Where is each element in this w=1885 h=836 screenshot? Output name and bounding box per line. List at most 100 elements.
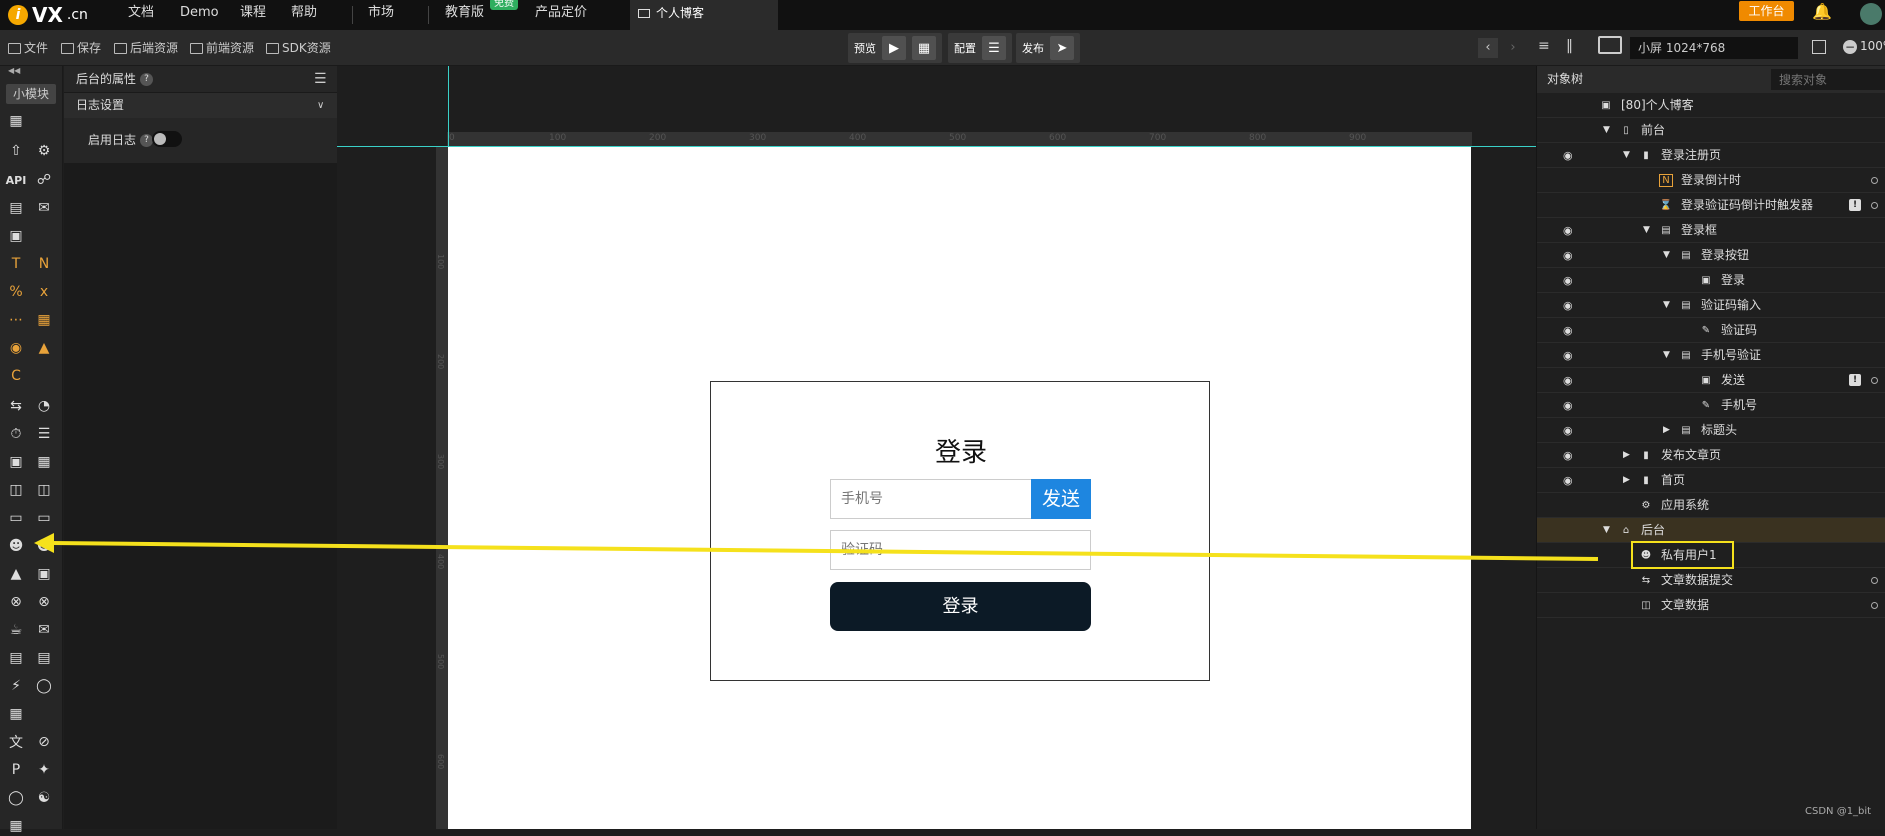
ft-circle-icon[interactable]: ◯ bbox=[34, 676, 54, 696]
file-menu[interactable]: 文件 bbox=[8, 39, 48, 57]
play-icon[interactable]: ▶ bbox=[882, 36, 906, 60]
sliders-icon[interactable]: ☰ bbox=[982, 36, 1006, 60]
number-var-icon[interactable]: N bbox=[34, 254, 54, 274]
chevron-right-icon[interactable]: › bbox=[1503, 38, 1523, 58]
visibility-eye-icon[interactable]: ◉ bbox=[1563, 143, 1573, 168]
flow-icon[interactable]: ▦ bbox=[6, 704, 26, 724]
save-button[interactable]: 保存 bbox=[61, 39, 101, 57]
zoom-out-icon[interactable]: − bbox=[1843, 40, 1857, 54]
tree-login-countdown[interactable]: N 登录倒计时 bbox=[1537, 168, 1885, 193]
stopwatch-icon[interactable]: ⏱ bbox=[6, 424, 26, 444]
monitor-icon[interactable] bbox=[1598, 36, 1622, 54]
list-var-icon[interactable]: ⋯ bbox=[6, 310, 26, 330]
bell-icon[interactable]: 🔔 bbox=[1812, 2, 1832, 21]
audio-icon[interactable]: ☰ bbox=[34, 424, 54, 444]
expand-arrow-icon[interactable]: ▼ bbox=[1603, 118, 1610, 143]
object-search-input[interactable] bbox=[1771, 69, 1885, 90]
status-dot-icon[interactable] bbox=[1871, 377, 1878, 384]
expand-arrow-icon[interactable]: ▼ bbox=[1663, 343, 1670, 368]
vx-logo[interactable]: i VX .cn bbox=[8, 2, 88, 28]
cross-circle-icon[interactable]: ⊗ bbox=[6, 592, 26, 612]
api-icon[interactable]: API bbox=[6, 170, 27, 190]
verification-code-input[interactable] bbox=[830, 530, 1091, 570]
status-dot-icon[interactable] bbox=[1871, 202, 1878, 209]
visibility-eye-icon[interactable]: ◉ bbox=[1563, 243, 1573, 268]
tree-article-submit[interactable]: ⇆ 文章数据提交 bbox=[1537, 568, 1885, 593]
user-icon[interactable]: ☻ bbox=[6, 536, 26, 556]
visibility-eye-icon[interactable]: ◉ bbox=[1563, 293, 1573, 318]
cup-icon[interactable]: ☕ bbox=[6, 620, 26, 640]
login-box[interactable]: 登录 发送 登录 bbox=[710, 381, 1210, 681]
chart-icon[interactable]: ▲ bbox=[6, 564, 26, 584]
tree-publish-page[interactable]: ◉ ▶ ▮ 发布文章页 bbox=[1537, 443, 1885, 468]
form-icon[interactable]: ▤ bbox=[6, 198, 26, 218]
frontend-resources-button[interactable]: 前端资源 bbox=[190, 39, 254, 57]
visibility-eye-icon[interactable]: ◉ bbox=[1563, 318, 1573, 343]
more-icon[interactable]: ▦ bbox=[6, 816, 26, 836]
tree-login-button[interactable]: ◉ ▣ 登录 bbox=[1537, 268, 1885, 293]
cube-icon[interactable]: ▦ bbox=[6, 111, 26, 131]
expand-arrow-icon[interactable]: ▼ bbox=[1663, 293, 1670, 318]
visibility-eye-icon[interactable]: ◉ bbox=[1563, 368, 1573, 393]
status-dot-icon[interactable] bbox=[1871, 577, 1878, 584]
tree-article-data[interactable]: ◫ 文章数据 bbox=[1537, 593, 1885, 618]
avatar[interactable] bbox=[1860, 3, 1882, 25]
screen-size-select[interactable]: 小屏 1024*768 bbox=[1630, 37, 1798, 59]
user-settings-icon[interactable]: ☻ bbox=[34, 536, 54, 556]
tree-var-icon[interactable]: ▲ bbox=[34, 338, 54, 358]
paypal-icon[interactable]: P bbox=[6, 760, 26, 780]
collapse-icon[interactable]: ◀◀ bbox=[8, 66, 20, 75]
visibility-eye-icon[interactable]: ◉ bbox=[1563, 418, 1573, 443]
gear-icon[interactable]: ⚙ bbox=[34, 141, 54, 161]
transfer-icon[interactable]: ⇆ bbox=[6, 396, 26, 416]
tree-phone-verify-group[interactable]: ◉ ▼ ▤ 手机号验证 bbox=[1537, 343, 1885, 368]
object-var-icon[interactable]: ◉ bbox=[6, 338, 26, 358]
menu-icon[interactable]: ☰ bbox=[314, 66, 327, 93]
ft-icon[interactable]: ▤ bbox=[34, 648, 54, 668]
nav-pricing[interactable]: 产品定价 bbox=[535, 0, 587, 30]
table-icon[interactable]: ▦ bbox=[34, 452, 54, 472]
help-icon[interactable]: ? bbox=[140, 134, 154, 147]
sdk-resources-button[interactable]: SDK资源 bbox=[266, 39, 331, 57]
warning-icon[interactable]: ! bbox=[1849, 374, 1861, 386]
visibility-eye-icon[interactable]: ◉ bbox=[1563, 343, 1573, 368]
tree-login-button-group[interactable]: ◉ ▼ ▤ 登录按钮 bbox=[1537, 243, 1885, 268]
upload-icon[interactable]: ⇧ bbox=[6, 141, 26, 161]
help-icon[interactable]: ? bbox=[140, 73, 154, 86]
visibility-eye-icon[interactable]: ◉ bbox=[1563, 218, 1573, 243]
translate-icon[interactable]: 文 bbox=[6, 732, 26, 752]
tree-login-box[interactable]: ◉ ▼ ▤ 登录框 bbox=[1537, 218, 1885, 243]
tree-backend[interactable]: ▼ ⌂ 后台 bbox=[1537, 518, 1885, 543]
timer-icon[interactable]: ◔ bbox=[34, 396, 54, 416]
nav-docs[interactable]: 文档 bbox=[128, 0, 154, 30]
nav-demo[interactable]: Demo bbox=[180, 0, 219, 30]
html5-icon[interactable]: ▣ bbox=[6, 452, 26, 472]
phone-input[interactable] bbox=[830, 479, 1032, 519]
tree-code-input-group[interactable]: ◉ ▼ ▤ 验证码输入 bbox=[1537, 293, 1885, 318]
monitor-small-icon[interactable]: ▭ bbox=[6, 508, 26, 528]
expand-arrow-icon[interactable]: ▼ bbox=[1623, 143, 1630, 168]
enable-log-toggle[interactable] bbox=[152, 131, 182, 147]
chat-icon[interactable]: ◯ bbox=[6, 788, 26, 808]
chevron-left-icon[interactable]: ‹ bbox=[1478, 38, 1498, 58]
expand-arrow-icon[interactable]: ▼ bbox=[1643, 218, 1650, 243]
visibility-eye-icon[interactable]: ◉ bbox=[1563, 393, 1573, 418]
nav-market[interactable]: 市场 bbox=[368, 0, 394, 30]
expand-arrow-icon[interactable]: ▶ bbox=[1663, 418, 1670, 443]
log-settings-section[interactable]: 日志设置 ∨ bbox=[64, 93, 337, 118]
slash-circle-icon[interactable]: ⊘ bbox=[34, 732, 54, 752]
align-center-icon[interactable]: ‖ bbox=[1566, 38, 1573, 54]
nav-help[interactable]: 帮助 bbox=[291, 0, 317, 30]
percent-var-icon[interactable]: % bbox=[6, 282, 26, 302]
custom-var-icon[interactable]: C bbox=[6, 366, 26, 386]
tree-root-blog[interactable]: ▣ [80]个人博客 bbox=[1537, 93, 1885, 118]
visibility-eye-icon[interactable]: ◉ bbox=[1563, 268, 1573, 293]
nav-courses[interactable]: 课程 bbox=[240, 0, 266, 30]
tree-phone-input[interactable]: ◉ ✎ 手机号 bbox=[1537, 393, 1885, 418]
tree-code-input[interactable]: ◉ ✎ 验证码 bbox=[1537, 318, 1885, 343]
monitor-settings-icon[interactable]: ▭ bbox=[34, 508, 54, 528]
align-left-icon[interactable]: ≡ bbox=[1538, 38, 1550, 54]
tree-frontend[interactable]: ▼ ▯ 前台 bbox=[1537, 118, 1885, 143]
database-alt-icon[interactable]: ◫ bbox=[34, 480, 54, 500]
flash-icon[interactable]: ⚡ bbox=[6, 676, 26, 696]
